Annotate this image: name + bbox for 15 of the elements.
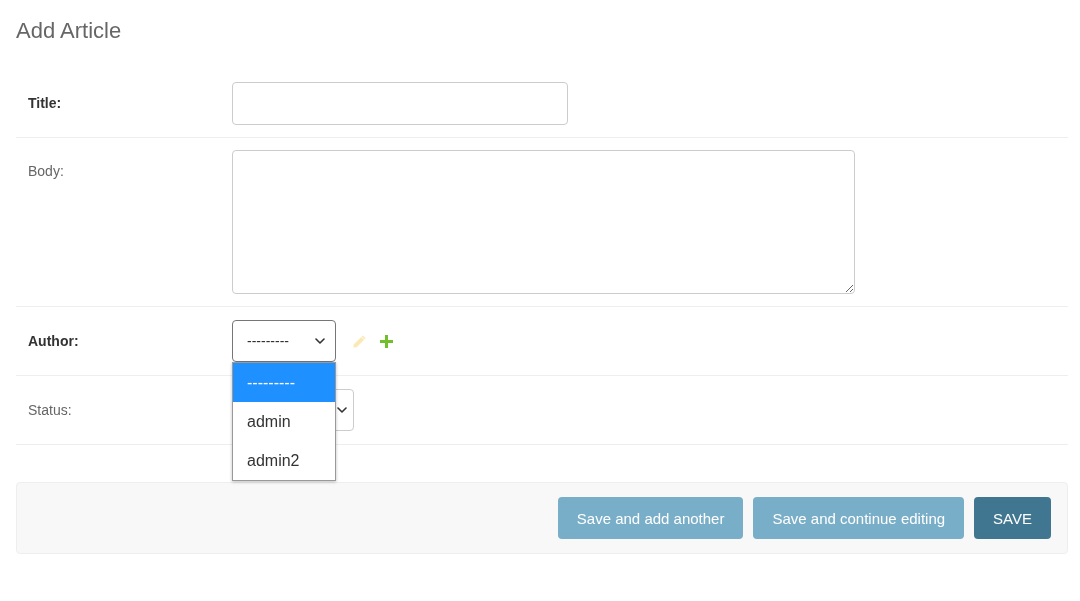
field-label: Title:: [28, 94, 63, 113]
chevron-down-icon: [337, 407, 347, 413]
dropdown-option[interactable]: admin: [233, 402, 335, 441]
chevron-down-icon: [315, 338, 325, 344]
field-label: Body:: [28, 162, 65, 181]
text-area-field[interactable]: [232, 150, 855, 294]
dropdown-option[interactable]: admin2: [233, 441, 335, 480]
field-label: Author:: [28, 332, 80, 351]
plus-icon[interactable]: [380, 334, 393, 348]
select-dropdown[interactable]: ---------: [232, 320, 336, 362]
field-label: Status:: [28, 401, 73, 420]
text-input-field[interactable]: [232, 82, 568, 125]
page-title: Add Article: [16, 18, 122, 44]
save-button[interactable]: SAVE: [974, 497, 1051, 539]
dropdown-option[interactable]: ---------: [233, 363, 335, 402]
